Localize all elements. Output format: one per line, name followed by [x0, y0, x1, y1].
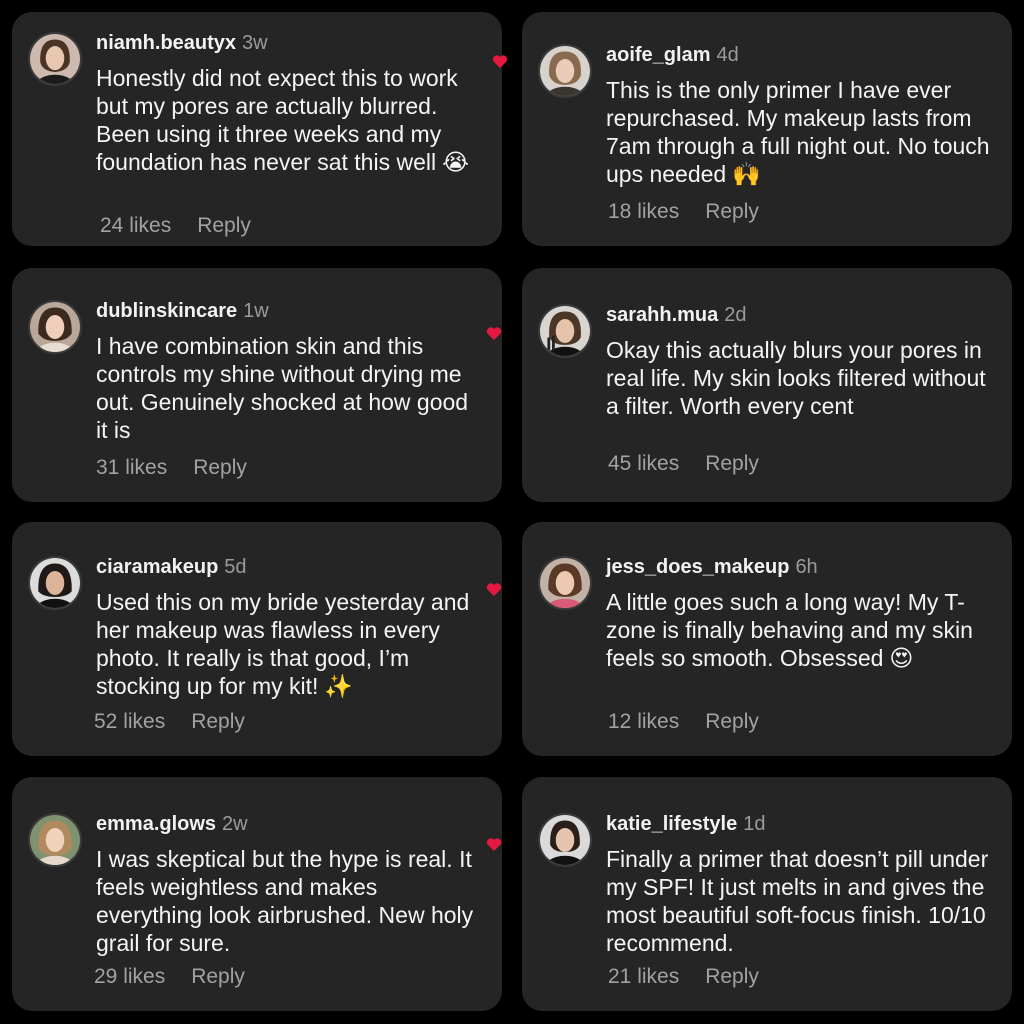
likes-count[interactable]: 24 likes: [100, 214, 171, 237]
comment-text: Finally a primer that doesn’t pill under…: [606, 845, 990, 957]
comment-card: dublinskincare 1w I have combination skin…: [12, 268, 502, 502]
reply-button[interactable]: Reply: [705, 200, 759, 223]
timestamp: 2w: [222, 813, 248, 835]
reply-button[interactable]: Reply: [193, 456, 247, 479]
username[interactable]: sarahh.mua: [606, 304, 718, 326]
avatar[interactable]: [28, 556, 82, 610]
comment-text: Honestly did not expect this to work but…: [96, 64, 480, 177]
reply-button[interactable]: Reply: [705, 965, 759, 988]
comment-text: I was skeptical but the hype is real. It…: [96, 845, 480, 957]
heart-icon[interactable]: [492, 54, 508, 70]
likes-count[interactable]: 18 likes: [608, 200, 679, 223]
heart-icon[interactable]: [486, 582, 502, 598]
raising-hands-emoji-icon: 🙌: [732, 162, 761, 188]
comment-actions: 12 likes Reply: [608, 710, 759, 734]
likes-count[interactable]: 29 likes: [94, 965, 165, 988]
reply-button[interactable]: Reply: [191, 710, 245, 733]
comment-actions: 52 likes Reply: [94, 710, 245, 734]
comment-text: Used this on my bride yesterday and her …: [96, 588, 480, 701]
comment-card: emma.glows 2w I was skeptical but the hyp…: [12, 777, 502, 1011]
comment-body: Used this on my bride yesterday and her …: [96, 589, 470, 699]
comment-body: A little goes such a long way! My T-zone…: [606, 589, 973, 671]
comment-actions: 21 likes Reply: [608, 965, 759, 989]
username[interactable]: jess_does_makeup: [606, 556, 789, 578]
avatar[interactable]: [28, 300, 82, 354]
comment-body: Finally a primer that doesn’t pill under…: [606, 846, 989, 956]
comment-body: Honestly did not expect this to work but…: [96, 65, 458, 175]
comment-body: I was skeptical but the hype is real. It…: [96, 846, 474, 956]
crying-emoji-icon: 😭: [442, 150, 469, 176]
timestamp: 1w: [243, 300, 269, 322]
likes-count[interactable]: 45 likes: [608, 452, 679, 475]
timestamp: 1d: [743, 813, 766, 835]
username[interactable]: aoife_glam: [606, 44, 710, 66]
comment-actions: 29 likes Reply: [94, 965, 245, 989]
comment-card: aoife_glam 4d This is the only primer I h…: [522, 12, 1012, 246]
comment-text: This is the only primer I have ever repu…: [606, 76, 990, 189]
timestamp: 3w: [242, 32, 268, 54]
heart-eyes-emoji-icon: 😍: [889, 646, 914, 672]
timestamp: 2d: [724, 304, 747, 326]
comment-text: Okay this actually blurs your pores in r…: [606, 336, 990, 420]
likes-count[interactable]: 12 likes: [608, 710, 679, 733]
username[interactable]: emma.glows: [96, 813, 216, 835]
heart-icon[interactable]: [486, 837, 502, 853]
sparkles-emoji-icon: ✨: [324, 674, 354, 700]
username[interactable]: niamh.beautyx: [96, 32, 236, 54]
reply-button[interactable]: Reply: [705, 710, 759, 733]
avatar[interactable]: [538, 556, 592, 610]
avatar[interactable]: [28, 32, 82, 86]
comment-card: ciaramakeup 5d Used this on my bride yest…: [12, 522, 502, 756]
reply-button[interactable]: Reply: [705, 452, 759, 475]
likes-count[interactable]: 21 likes: [608, 965, 679, 988]
timestamp: 6h: [795, 556, 818, 578]
timestamp: 5d: [224, 556, 247, 578]
comment-actions: 18 likes Reply: [608, 200, 759, 224]
comment-card: sarahh.mua 2d Okay this actually blurs yo…: [522, 268, 1012, 502]
likes-count[interactable]: 52 likes: [94, 710, 165, 733]
username[interactable]: dublinskincare: [96, 300, 237, 322]
avatar[interactable]: [538, 44, 592, 98]
comment-body: Okay this actually blurs your pores in r…: [606, 337, 986, 419]
avatar[interactable]: [538, 813, 592, 867]
comment-card: katie_lifestyle 1d Finally a primer that …: [522, 777, 1012, 1011]
comment-text: A little goes such a long way! My T-zone…: [606, 588, 990, 673]
comment-actions: 31 likes Reply: [96, 456, 247, 480]
comments-grid: niamh.beautyx 3w Honestly did not expect …: [0, 0, 1024, 1024]
reply-button[interactable]: Reply: [197, 214, 251, 237]
comment-card: niamh.beautyx 3w Honestly did not expect …: [12, 12, 508, 246]
comment-text: I have combination skin and this control…: [96, 332, 480, 444]
timestamp: 4d: [716, 44, 739, 66]
avatar[interactable]: [538, 304, 592, 358]
comment-card: jess_does_makeup 6h A little goes such a …: [522, 522, 1012, 756]
reply-button[interactable]: Reply: [191, 965, 245, 988]
likes-count[interactable]: 31 likes: [96, 456, 167, 479]
comment-actions: 45 likes Reply: [608, 452, 759, 476]
comment-body: I have combination skin and this control…: [96, 333, 469, 443]
username[interactable]: katie_lifestyle: [606, 813, 737, 835]
heart-icon[interactable]: [486, 326, 502, 342]
username[interactable]: ciaramakeup: [96, 556, 218, 578]
avatar[interactable]: [28, 813, 82, 867]
comment-actions: 24 likes Reply: [100, 214, 251, 238]
comment-body: This is the only primer I have ever repu…: [606, 77, 990, 187]
